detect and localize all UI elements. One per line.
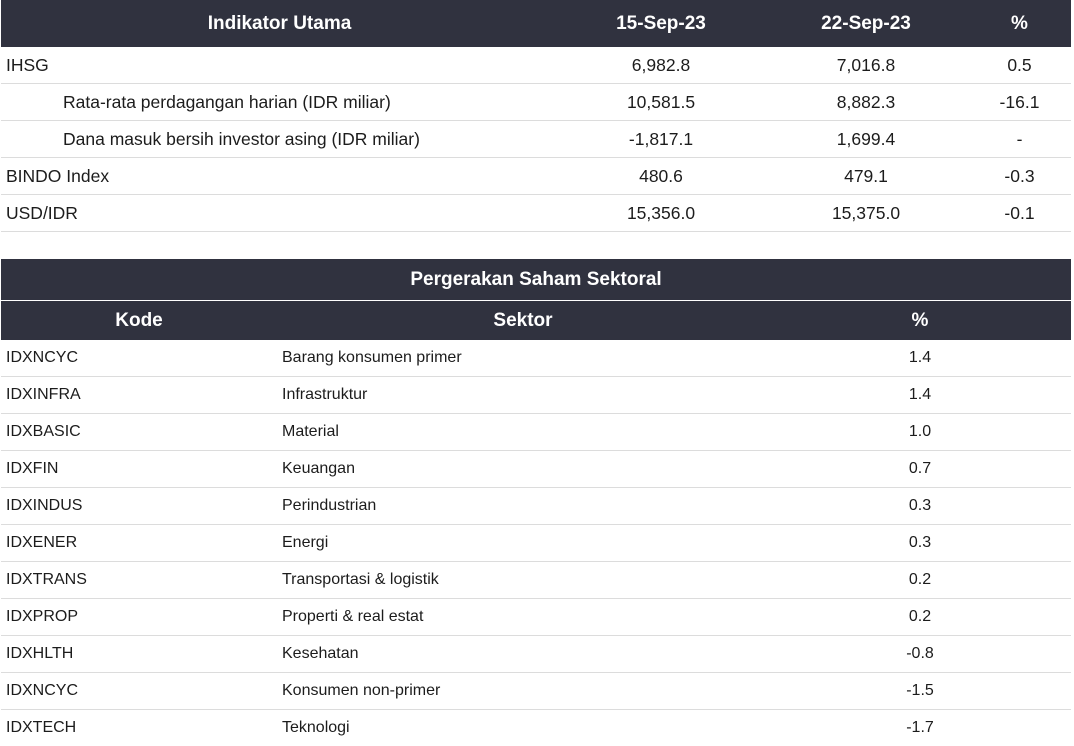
sector-pct: 0.3 (769, 525, 1071, 562)
sector-row: IDXHLTH Kesehatan -0.8 (1, 636, 1071, 673)
indicators-header-row: Indikator Utama 15-Sep-23 22-Sep-23 % (1, 0, 1071, 47)
sector-name: Properti & real estat (277, 599, 769, 636)
sector-row: IDXINFRA Infrastruktur 1.4 (1, 377, 1071, 414)
indicator-value-1: -1,817.1 (558, 121, 764, 158)
indicator-label: Rata-rata perdagangan harian (IDR miliar… (1, 84, 558, 121)
indicator-row: USD/IDR 15,356.0 15,375.0 -0.1 (1, 195, 1071, 232)
sector-row: IDXNCYC Barang konsumen primer 1.4 (1, 340, 1071, 377)
indicator-label: Dana masuk bersih investor asing (IDR mi… (1, 121, 558, 158)
header-pct: % (968, 0, 1071, 47)
indicator-pct: -0.3 (968, 158, 1071, 195)
sector-row: IDXINDUS Perindustrian 0.3 (1, 488, 1071, 525)
sector-code: IDXBASIC (1, 414, 277, 451)
sector-header-row: Kode Sektor % (1, 301, 1071, 341)
header-indikator: Indikator Utama (1, 0, 558, 47)
sector-code: IDXHLTH (1, 636, 277, 673)
sector-pct: 0.2 (769, 562, 1071, 599)
header-sector-pct: % (769, 301, 1071, 341)
sector-title-row: Pergerakan Saham Sektoral (1, 259, 1071, 301)
indicator-row: BINDO Index 480.6 479.1 -0.3 (1, 158, 1071, 195)
sector-code: IDXNCYC (1, 673, 277, 710)
sector-code: IDXFIN (1, 451, 277, 488)
sector-name: Barang konsumen primer (277, 340, 769, 377)
header-kode: Kode (1, 301, 277, 341)
indicator-value-2: 8,882.3 (764, 84, 968, 121)
indicator-value-2: 7,016.8 (764, 47, 968, 84)
sector-code: IDXINFRA (1, 377, 277, 414)
sector-name: Kesehatan (277, 636, 769, 673)
sector-code: IDXTECH (1, 710, 277, 746)
header-sektor: Sektor (277, 301, 769, 341)
sector-pct: -1.5 (769, 673, 1071, 710)
indicators-table: Indikator Utama 15-Sep-23 22-Sep-23 % IH… (1, 0, 1071, 232)
indicator-pct: -16.1 (968, 84, 1071, 121)
indicator-value-2: 479.1 (764, 158, 968, 195)
sector-pct: -0.8 (769, 636, 1071, 673)
sector-name: Teknologi (277, 710, 769, 746)
sector-code: IDXINDUS (1, 488, 277, 525)
sector-name: Material (277, 414, 769, 451)
sector-pct: 1.4 (769, 377, 1071, 414)
indicator-row: Rata-rata perdagangan harian (IDR miliar… (1, 84, 1071, 121)
indicator-value-1: 480.6 (558, 158, 764, 195)
indicator-pct: -0.1 (968, 195, 1071, 232)
indicator-value-2: 1,699.4 (764, 121, 968, 158)
sector-name: Energi (277, 525, 769, 562)
sector-code: IDXNCYC (1, 340, 277, 377)
sector-name: Konsumen non-primer (277, 673, 769, 710)
sector-row: IDXBASIC Material 1.0 (1, 414, 1071, 451)
header-date-1: 15-Sep-23 (558, 0, 764, 47)
indicator-value-2: 15,375.0 (764, 195, 968, 232)
indicator-row: IHSG 6,982.8 7,016.8 0.5 (1, 47, 1071, 84)
indicator-value-1: 10,581.5 (558, 84, 764, 121)
sector-row: IDXENER Energi 0.3 (1, 525, 1071, 562)
sector-row: IDXTECH Teknologi -1.7 (1, 710, 1071, 746)
sector-table: Pergerakan Saham Sektoral Kode Sektor % … (1, 259, 1071, 746)
sector-code: IDXPROP (1, 599, 277, 636)
indicator-label: USD/IDR (1, 195, 558, 232)
sector-row: IDXTRANS Transportasi & logistik 0.2 (1, 562, 1071, 599)
sector-pct: 0.7 (769, 451, 1071, 488)
sector-code: IDXENER (1, 525, 277, 562)
sector-row: IDXPROP Properti & real estat 0.2 (1, 599, 1071, 636)
sector-name: Infrastruktur (277, 377, 769, 414)
indicator-row: Dana masuk bersih investor asing (IDR mi… (1, 121, 1071, 158)
indicator-value-1: 6,982.8 (558, 47, 764, 84)
sector-pct: 1.4 (769, 340, 1071, 377)
sector-name: Keuangan (277, 451, 769, 488)
indicator-label: BINDO Index (1, 158, 558, 195)
sector-pct: 1.0 (769, 414, 1071, 451)
sector-name: Perindustrian (277, 488, 769, 525)
indicator-pct: 0.5 (968, 47, 1071, 84)
sector-table-title: Pergerakan Saham Sektoral (1, 259, 1071, 301)
sector-code: IDXTRANS (1, 562, 277, 599)
sector-pct: -1.7 (769, 710, 1071, 746)
sector-pct: 0.3 (769, 488, 1071, 525)
indicator-label: IHSG (1, 47, 558, 84)
header-date-2: 22-Sep-23 (764, 0, 968, 47)
sector-row: IDXNCYC Konsumen non-primer -1.5 (1, 673, 1071, 710)
indicator-pct: - (968, 121, 1071, 158)
sector-row: IDXFIN Keuangan 0.7 (1, 451, 1071, 488)
indicator-value-1: 15,356.0 (558, 195, 764, 232)
sector-pct: 0.2 (769, 599, 1071, 636)
sector-name: Transportasi & logistik (277, 562, 769, 599)
